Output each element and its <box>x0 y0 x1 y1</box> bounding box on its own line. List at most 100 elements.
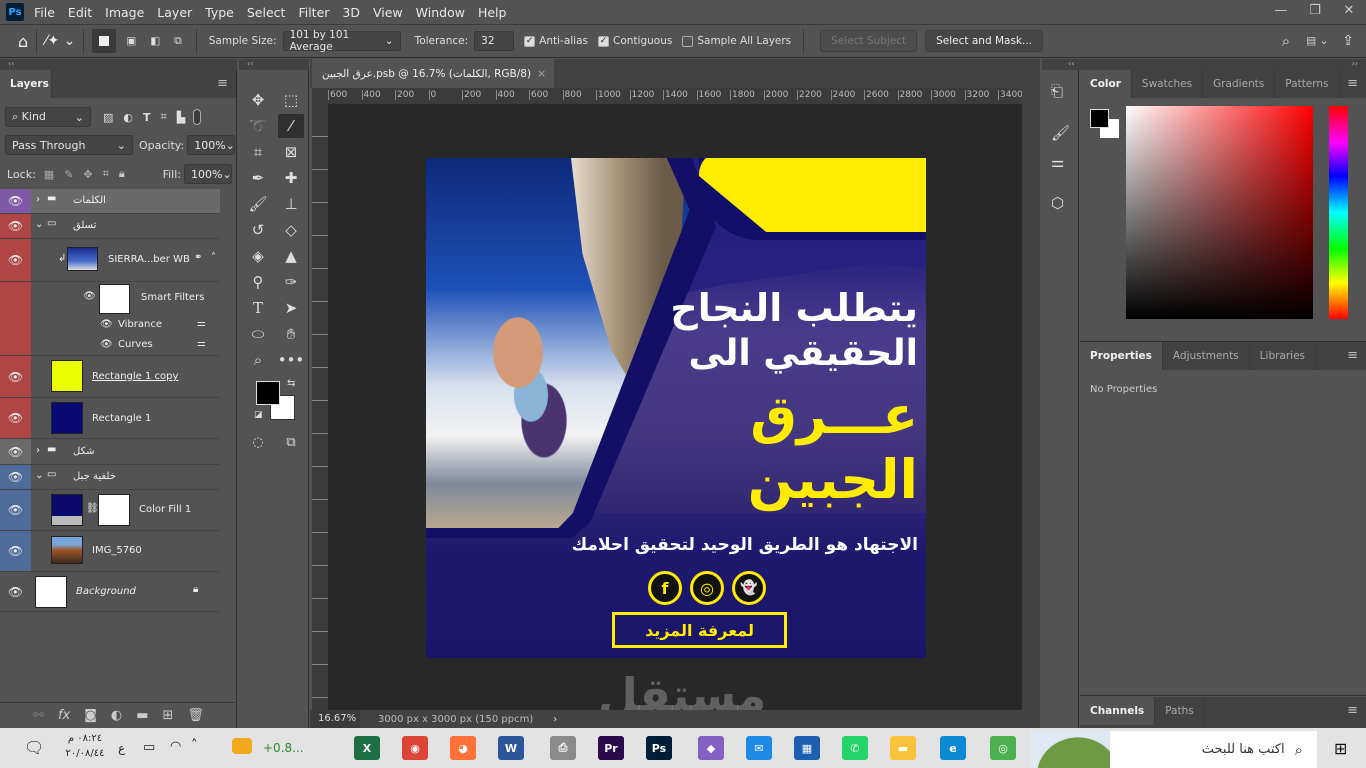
expand-chevron-icon[interactable]: › <box>36 194 40 205</box>
tab-color[interactable]: Color <box>1080 70 1132 98</box>
taskbar-app-icon[interactable]: ▬ <box>890 736 916 760</box>
sample-size-select[interactable]: 101 by 101 Average ⌄ <box>282 29 401 53</box>
notification-icon[interactable]: 🗨︎ <box>24 738 44 757</box>
layer-row-group-mountain-bg[interactable]: 👁︎ ⌄ ▭ خلفية جبل <box>0 465 220 490</box>
tab-layers[interactable]: Layers <box>0 70 52 98</box>
taskbar-app-icon[interactable]: ✉ <box>746 736 772 760</box>
chain-link-icon[interactable]: ⛓ <box>86 503 99 514</box>
lock-image-icon[interactable]: ✎ <box>64 168 73 181</box>
quick-mask-icon[interactable]: ◌ <box>245 430 271 454</box>
taskbar-app-icon[interactable]: Ps <box>646 736 672 760</box>
brush-tool-icon[interactable]: 🖌︎ <box>245 192 271 216</box>
layer-row-group-words[interactable]: 👁︎ › ▬ الكلمات <box>0 189 220 214</box>
collapse-handle[interactable]: ‹‹ ›› <box>1042 59 1366 70</box>
filter-options-icon[interactable]: ⚌ <box>197 318 206 329</box>
vertical-scrollbar[interactable] <box>1022 88 1040 728</box>
history-brush-tool-icon[interactable]: ↺ <box>245 218 271 242</box>
panel-menu-icon[interactable]: ≡ <box>1347 697 1358 728</box>
visibility-eye-icon[interactable]: 👁︎ <box>0 439 31 464</box>
tab-patterns[interactable]: Patterns <box>1275 70 1340 98</box>
taskbar-app-icon[interactable]: e <box>940 736 966 760</box>
foreground-color-swatch[interactable] <box>256 381 280 405</box>
visibility-eye-icon[interactable]: 👁︎ <box>0 239 31 281</box>
tab-properties[interactable]: Properties <box>1080 342 1163 370</box>
new-group-icon[interactable]: ▬ <box>136 708 148 723</box>
filter-smart-object-icon[interactable]: ▙ <box>177 111 185 124</box>
visibility-eye-icon[interactable]: 👁︎ <box>0 356 31 397</box>
subtract-selection-icon[interactable]: ◧ <box>150 35 160 47</box>
tolerance-input[interactable]: 32 <box>474 31 515 51</box>
visibility-eye-icon[interactable]: 👁︎ <box>0 214 31 238</box>
share-icon[interactable]: ⇪ <box>1342 33 1354 49</box>
smart-filters-row[interactable]: 👁︎ Smart Filters <box>0 282 220 316</box>
dodge-tool-icon[interactable]: ⚲ <box>245 270 271 294</box>
collapse-chevron-icon[interactable]: ⌄ <box>35 219 43 230</box>
document-tab[interactable]: عرق الجبين.psb @ 16.7% (الكلمات, RGB/8) … <box>312 59 554 88</box>
tab-libraries[interactable]: Libraries <box>1250 342 1317 370</box>
taskbar-app-icon[interactable]: W <box>498 736 524 760</box>
collapse-handle[interactable]: ‹‹ <box>0 59 237 70</box>
hand-tool-icon[interactable]: ✋︎ <box>278 322 304 346</box>
eraser-tool-icon[interactable]: ◇ <box>278 218 304 242</box>
marquee-tool-icon[interactable]: ⬚ <box>278 88 304 112</box>
visibility-eye-icon[interactable]: 👁︎ <box>0 398 31 438</box>
layer-row-color-fill[interactable]: 👁︎ ⛓ Color Fill 1 <box>0 490 220 531</box>
layer-row-background[interactable]: 👁︎ Background 🔒︎ <box>0 572 220 612</box>
color-field-picker[interactable] <box>1126 106 1313 319</box>
screen-mode-icon[interactable]: ⧉ <box>278 430 304 454</box>
taskbar-app-icon[interactable]: ◕ <box>450 736 476 760</box>
menu-type[interactable]: Type <box>205 5 234 20</box>
layer-row-rectangle-1[interactable]: 👁︎ Rectangle 1 <box>0 398 220 439</box>
menu-filter[interactable]: Filter <box>298 5 329 20</box>
new-layer-icon[interactable]: ⊞ <box>163 708 174 723</box>
taskbar-app-icon[interactable]: ⎙ <box>550 736 576 760</box>
collapse-handle[interactable]: ‹‹ <box>239 59 309 70</box>
panel-menu-icon[interactable]: ≡ <box>1347 342 1358 370</box>
link-layers-icon[interactable]: ⚯ <box>33 708 44 723</box>
default-colors-icon[interactable]: ◪ <box>254 410 263 420</box>
adjustment-layer-icon[interactable]: ◐ <box>111 708 122 723</box>
filter-row-vibrance[interactable]: 👁︎ Vibrance ⚌ <box>0 316 220 335</box>
menu-select[interactable]: Select <box>247 5 286 20</box>
blend-mode-select[interactable]: Pass Through ⌄ <box>5 135 133 155</box>
close-button[interactable]: ✕ <box>1332 0 1366 22</box>
layer-row-img-5760[interactable]: 👁︎ IMG_5760 <box>0 531 220 572</box>
intersect-selection-icon[interactable]: ⧉ <box>174 35 182 48</box>
weather-text[interactable]: +0.8... <box>263 741 304 755</box>
taskbar-app-icon[interactable]: X <box>354 736 380 760</box>
history-icon[interactable]: ⎗ <box>1051 82 1063 100</box>
zoom-tool-icon[interactable]: ⌕ <box>245 348 271 372</box>
fx-icon[interactable]: fx <box>58 708 70 723</box>
lock-artboard-icon[interactable]: ⌗ <box>103 167 109 181</box>
panel-menu-icon[interactable]: ≡ <box>217 70 228 98</box>
brush-settings-icon[interactable]: 🖌︎ <box>1051 124 1070 142</box>
lock-transparent-icon[interactable]: ▦ <box>44 168 54 181</box>
home-icon[interactable]: ⌂ <box>18 32 28 51</box>
search-box[interactable]: اكتب هنا للبحث ⌕ <box>1030 731 1317 768</box>
menu-edit[interactable]: Edit <box>68 5 92 20</box>
type-tool-icon[interactable]: T <box>245 296 271 320</box>
visibility-eye-icon[interactable]: 👁︎ <box>0 189 31 213</box>
tab-swatches[interactable]: Swatches <box>1132 70 1204 98</box>
opacity-input[interactable]: 100% ⌄ <box>187 135 236 155</box>
artwork-canvas[interactable]: يتطلب النجاح الحقيقي الى عـــرق الجبين ا… <box>426 158 926 658</box>
frame-tool-icon[interactable]: ⊠ <box>278 140 304 164</box>
search-icon[interactable]: ⌕ <box>1282 32 1290 50</box>
filter-pixel-icon[interactable]: ▨ <box>103 111 113 124</box>
new-selection-icon[interactable] <box>92 29 117 53</box>
smart-filter-link-icon[interactable]: ⚭ <box>194 252 202 263</box>
menu-file[interactable]: File <box>34 5 55 20</box>
filter-type-icon[interactable]: T <box>143 111 151 124</box>
visibility-eye-icon[interactable]: 👁︎ <box>0 531 31 571</box>
select-subject-button[interactable]: Select Subject <box>820 30 918 52</box>
lock-position-icon[interactable]: ✥ <box>83 168 92 181</box>
wifi-icon[interactable]: ◠ <box>170 739 181 754</box>
visibility-eye-icon[interactable]: 👁︎ <box>100 339 113 350</box>
anti-alias-checkbox[interactable]: ✓ Anti-alias <box>524 35 588 47</box>
visibility-eye-icon[interactable]: 👁︎ <box>0 465 31 489</box>
swap-colors-icon[interactable]: ⇆ <box>287 378 295 389</box>
tab-gradients[interactable]: Gradients <box>1203 70 1276 98</box>
layer-row-group-shape[interactable]: 👁︎ › ▬ شكل <box>0 439 220 465</box>
battery-icon[interactable]: ▭ <box>143 740 155 755</box>
show-hidden-icons-chevron[interactable]: ˄ <box>191 738 198 753</box>
